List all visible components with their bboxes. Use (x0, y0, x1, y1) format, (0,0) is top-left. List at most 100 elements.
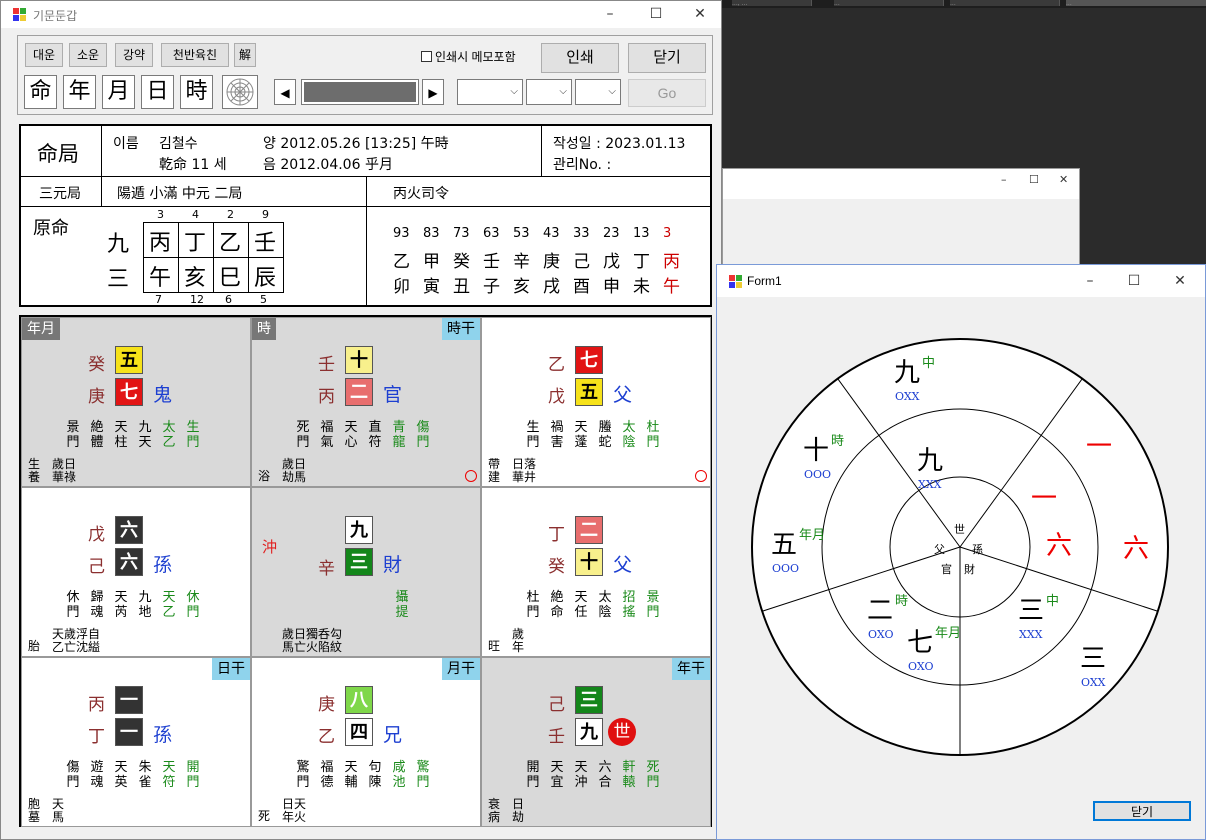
year-button[interactable]: 年 (63, 75, 96, 109)
maximize-icon[interactable]: ☐ (1029, 173, 1039, 186)
outer-sign: 九 (894, 358, 920, 388)
form1-close-button[interactable]: 닫기 (1093, 801, 1191, 821)
month-select[interactable]: ⌵ (526, 79, 572, 105)
soun-button[interactable]: 소운 (69, 43, 107, 67)
radar-button[interactable] (222, 75, 258, 109)
hae-button[interactable]: 解 (234, 43, 256, 67)
outer-sign-code: OXO (908, 660, 933, 673)
palace-column-top: 禍 (550, 420, 564, 435)
palace-column-top: 開 (186, 760, 200, 775)
palace-cell[interactable]: 丁癸二十父杜門絶命天任太陰招搖景門旺歲年 (481, 487, 711, 657)
palace-column-top: 傷 (66, 760, 80, 775)
palace-column-top: 咸 (392, 760, 406, 775)
close-button[interactable]: ✕ (677, 1, 723, 28)
outer-sign-sup: 時 (895, 594, 908, 609)
palace-cell[interactable]: 月干庚乙八四兄驚門福德天輔句陳咸池驚門死日天 年火 (251, 657, 481, 827)
palace-column-top: 杜 (526, 590, 540, 605)
palace-cell[interactable]: 乙戊七五父生門禍害天蓬螣蛇太陰杜門帶建日落 華井 (481, 317, 711, 487)
print-memo-checkbox[interactable]: 인쇄시 메모포함 (421, 48, 516, 65)
outer-sign-sup: 年月 (935, 626, 961, 641)
palace-cell[interactable]: 年干己壬三九世開門天宜天沖六合軒轅死門衰病日劫 (481, 657, 711, 827)
palace-column-top: 福 (320, 760, 334, 775)
palace-column-bottom: 門 (66, 605, 80, 620)
pillar-top-num: 3 (157, 208, 164, 221)
pillar-stem: 乙 (219, 231, 242, 256)
maximize-button[interactable]: ☐ (1111, 265, 1157, 297)
gangyak-button[interactable]: 강약 (115, 43, 153, 67)
daeun-button[interactable]: 대운 (25, 43, 63, 67)
middle-sign: 九 (917, 446, 943, 476)
palace-column-top: 死 (296, 420, 310, 435)
palace-spirit-bottom: 年火 (282, 810, 307, 824)
close-dialog-button[interactable]: 닫기 (628, 43, 706, 73)
maximize-button[interactable]: ☐ (633, 1, 679, 28)
taskbar-tab[interactable]: ... (834, 0, 944, 6)
palace-column-top: 天 (574, 420, 588, 435)
close-button[interactable]: ✕ (1157, 265, 1203, 297)
go-button[interactable]: Go (628, 79, 706, 107)
next-button[interactable]: ▶ (422, 79, 444, 105)
outer-sign-code: XXX (1019, 628, 1043, 641)
ming-button[interactable]: 命 (24, 75, 57, 109)
palace-column-top: 天 (162, 590, 176, 605)
minimize-button[interactable]: – (587, 1, 633, 28)
palace-cell[interactable]: 時時干壬丙十二官死門福氣天心直符青龍傷門浴歲日 劫馬 (251, 317, 481, 487)
prev-button[interactable]: ◀ (274, 79, 296, 105)
outer-sign: 三 (1080, 644, 1106, 674)
palace-stem-bottom: 戊 (548, 387, 565, 407)
hour-button[interactable]: 時 (180, 75, 213, 109)
palace-badge-bottom: 二 (345, 378, 373, 406)
palace-column-top: 天 (550, 760, 564, 775)
minimize-button[interactable]: – (1067, 265, 1113, 297)
sanwon-value: 陽遁 小滿 中元 二局 (117, 186, 243, 202)
palace-column-bottom: 搖 (622, 605, 636, 620)
palace-spirit-bottom: 年 (512, 640, 525, 654)
palace-column-top: 青 (392, 420, 406, 435)
pillar-stem: 丁 (184, 231, 207, 256)
palace-extra: 提 (395, 605, 409, 620)
day-button[interactable]: 日 (141, 75, 174, 109)
taskbar-tab[interactable]: ..., ... (732, 0, 812, 6)
taskbar-tab[interactable]: ... (950, 0, 1060, 6)
chevron-down-icon: ⌵ (510, 86, 518, 97)
gender-age: 乾命 11 세 (159, 157, 227, 173)
checkbox-box[interactable] (421, 51, 432, 62)
palace-spirit-top: 日天 (282, 797, 307, 811)
radar-icon (226, 78, 254, 106)
minimize-icon[interactable]: – (1001, 173, 1007, 186)
palace-cell[interactable]: 沖辛九三財攝提歲日獨呑勾 馬亡火陷紋 (251, 487, 481, 657)
palace-column-bottom: 門 (526, 605, 540, 620)
sanwon-label: 三元局 (39, 186, 81, 202)
palace-column-top: 天 (344, 760, 358, 775)
palace-cell[interactable]: 年月癸庚五七鬼景門絶體天柱九天太乙生門生養歲日 華祿 (21, 317, 251, 487)
palace-column-bottom: 合 (598, 775, 612, 790)
scroll-thumb[interactable] (304, 82, 416, 102)
date-scrollbar[interactable] (301, 79, 419, 105)
palace-stem-bottom: 癸 (548, 557, 565, 577)
form1-title-bar: Form1 – ☐ ✕ (717, 265, 1205, 297)
palace-column-top: 天 (162, 760, 176, 775)
palace-cell[interactable]: 日干丙丁一一孫傷門遊魂天英朱雀天符開門胞墓天馬 (21, 657, 251, 827)
palace-stem-bottom: 己 (88, 557, 105, 577)
palace-stem-top: 庚 (318, 695, 335, 715)
palace-column-top: 太 (162, 420, 176, 435)
center-official: 官 (941, 562, 952, 576)
day-select[interactable]: ⌵ (575, 79, 621, 105)
palace-stem-bottom: 丁 (88, 727, 105, 747)
center-child: 孫 (972, 543, 983, 556)
lunar-date: 음 2012.04.06 乎月 (263, 157, 393, 173)
pillar-branch: 亥 (184, 266, 207, 291)
name-value: 김철수 (159, 136, 198, 152)
print-button[interactable]: 인쇄 (541, 43, 619, 73)
palace-relation: 鬼 (153, 384, 173, 406)
palace-spirit-top: 歲 (512, 627, 525, 641)
palace-cell[interactable]: 戊己六六孫休門歸魂天芮九地天乙休門胎天歲浮自 乙亡沈縊 (21, 487, 251, 657)
close-icon[interactable]: ✕ (1059, 173, 1068, 186)
palace-relation: 父 (613, 384, 633, 406)
year-select[interactable]: ⌵ (457, 79, 523, 105)
taskbar-tab[interactable]: ... (1066, 0, 1206, 6)
pillar-stem: 丙 (149, 231, 172, 256)
pillar-branch: 巳 (219, 266, 242, 291)
cheonban-button[interactable]: 천반육친 (161, 43, 229, 67)
month-button[interactable]: 月 (102, 75, 135, 109)
